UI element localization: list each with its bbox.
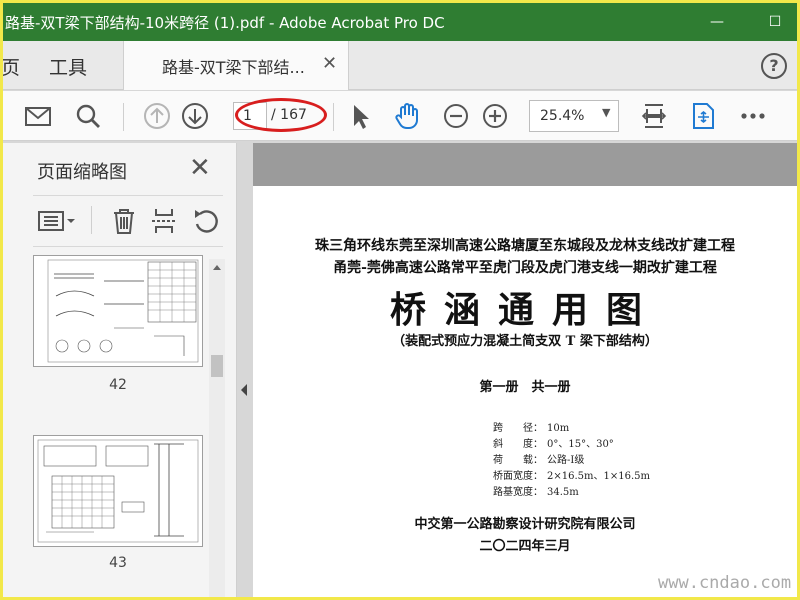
rotate-icon[interactable] [191, 206, 221, 236]
window-title: 路基-双T梁下部结构-10米跨径 (1).pdf - Adobe Acrobat… [5, 14, 445, 32]
acrobat-window: 路基-双T梁下部结构-10米跨径 (1).pdf - Adobe Acrobat… [0, 0, 800, 600]
select-cursor-icon[interactable] [345, 101, 375, 131]
panel-divider [91, 206, 92, 234]
thumbnail-scrollbar[interactable] [209, 259, 225, 597]
chevron-down-icon: ▼ [602, 106, 611, 119]
collapse-panel-icon[interactable] [239, 383, 249, 397]
thumbnail-list: 42 43 [3, 255, 223, 597]
spec-row: 桥面宽度： 2×16.5m、1×16.5m [493, 467, 650, 482]
panel-toolbar [33, 195, 223, 247]
spec-key: 荷 载： [493, 455, 543, 466]
next-page-icon[interactable] [180, 101, 210, 131]
help-icon[interactable]: ? [761, 53, 787, 79]
zoom-level-select[interactable]: 25.4% ▼ [529, 100, 619, 132]
search-icon[interactable] [73, 101, 103, 131]
fit-page-icon[interactable] [639, 101, 669, 131]
minimize-button[interactable]: — [703, 9, 731, 35]
page-thumbnail[interactable] [33, 255, 203, 367]
read-mode-icon[interactable] [688, 101, 718, 131]
tab-close-icon[interactable]: ✕ [322, 53, 337, 74]
insert-pages-icon[interactable] [149, 206, 179, 236]
tab-document[interactable]: 路基-双T梁下部结... ✕ [123, 41, 349, 90]
thumbnail-options-icon[interactable] [37, 206, 77, 236]
spec-row: 跨 径： 10m [493, 419, 569, 434]
spec-value: 34.5m [547, 487, 579, 498]
page-thumbnails-panel: 页面缩略图 ✕ 42 43 [3, 143, 237, 597]
menu-home[interactable]: 页 [3, 53, 20, 80]
close-icon[interactable]: ✕ [189, 153, 211, 183]
spec-key: 斜 度： [493, 439, 543, 450]
menu-tools[interactable]: 工具 [49, 53, 87, 80]
drawing-preview [47, 259, 199, 363]
volume-label: 第一册 共一册 [479, 380, 571, 395]
spec-value: 0°、15°、30° [547, 439, 614, 450]
spec-value: 10m [547, 423, 570, 434]
more-options-icon[interactable] [738, 101, 768, 131]
previous-page-icon[interactable] [142, 101, 172, 131]
email-icon[interactable] [23, 101, 53, 131]
delete-icon[interactable] [109, 206, 139, 236]
toolbar-divider [333, 103, 334, 131]
document-title: 桥涵通用图 [389, 289, 660, 331]
toolbar: 1 / 167 25.4% ▼ [3, 91, 797, 141]
thumbnail-page-number: 42 [109, 377, 127, 393]
document-subtitle: （装配式预应力混凝土简支双 T 梁下部结构） [392, 334, 658, 349]
hand-tool-icon[interactable] [393, 101, 423, 131]
project-line-1: 珠三角环线东莞至深圳高速公路塘厦至东城段及龙林支线改扩建工程 [315, 238, 735, 254]
tab-label: 路基-双T梁下部结... [162, 58, 305, 77]
organization-name: 中交第一公路勘察设计研究院有限公司 [414, 517, 636, 532]
spec-key: 跨 径： [493, 423, 543, 434]
spec-value: 公路-Ⅰ级 [547, 455, 585, 466]
spec-key: 路基宽度： [493, 487, 543, 498]
zoom-in-icon[interactable] [480, 101, 510, 131]
project-line-2: 甬莞-莞佛高速公路常平至虎门段及虎门港支线一期改扩建工程 [333, 260, 717, 276]
maximize-button[interactable]: ☐ [761, 9, 789, 35]
spec-value: 2×16.5m、1×16.5m [547, 471, 650, 482]
title-bar: 路基-双T梁下部结构-10米跨径 (1).pdf - Adobe Acrobat… [3, 3, 797, 41]
panel-title: 页面缩略图 [37, 162, 127, 183]
document-view[interactable]: 珠三角环线东莞至深圳高速公路塘厦至东城段及龙林支线改扩建工程 甬莞-莞佛高速公路… [253, 143, 797, 597]
document-date: 二〇二四年三月 [479, 539, 571, 554]
page-count-highlight [235, 98, 327, 132]
toolbar-divider [123, 103, 124, 131]
drawing-preview [37, 439, 199, 543]
spec-row: 斜 度： 0°、15°、30° [493, 435, 614, 450]
watermark: www.cndao.com [658, 573, 792, 593]
spec-row: 路基宽度： 34.5m [493, 483, 579, 498]
zoom-value: 25.4% [540, 108, 585, 124]
spec-key: 桥面宽度： [493, 471, 543, 482]
thumbnail-page-number: 43 [109, 555, 127, 571]
scrollbar-thumb[interactable] [211, 355, 223, 377]
page-gap [253, 143, 797, 186]
zoom-out-icon[interactable] [441, 101, 471, 131]
spec-row: 荷 载： 公路-Ⅰ级 [493, 451, 584, 466]
scroll-up-icon[interactable] [209, 262, 225, 274]
page-thumbnail[interactable] [33, 435, 203, 547]
tab-bar: 页 工具 路基-双T梁下部结... ✕ ? [3, 41, 797, 90]
